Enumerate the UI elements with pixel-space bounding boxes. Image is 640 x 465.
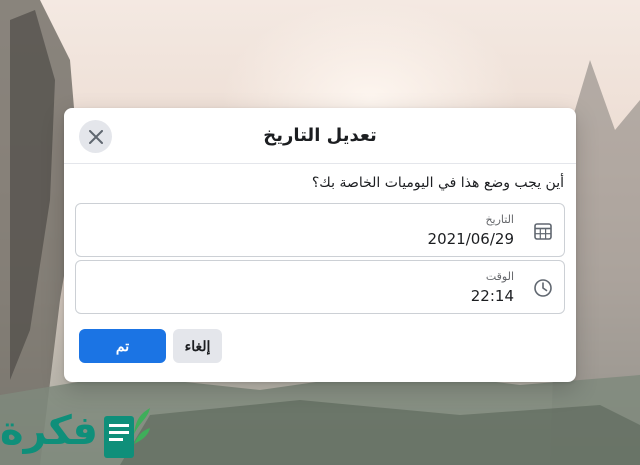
time-field-label: الوقت — [485, 270, 514, 283]
watermark-logo: فكرة — [0, 400, 160, 465]
dialog-title: تعديل التاريخ — [263, 125, 377, 146]
dialog-header: تعديل التاريخ — [64, 108, 576, 164]
clock-icon — [532, 277, 554, 299]
calendar-icon — [532, 220, 554, 242]
time-field[interactable]: الوقت 22:14 — [75, 260, 565, 314]
date-field-label: التاريخ — [485, 213, 514, 226]
cancel-button[interactable]: إلغاء — [173, 329, 222, 363]
date-field-value: 2021/06/29 — [427, 230, 514, 248]
dialog-question: أين يجب وضع هذا في اليوميات الخاصة بك؟ — [311, 175, 564, 191]
edit-date-dialog: تعديل التاريخ أين يجب وضع هذا في اليوميا… — [64, 108, 576, 382]
watermark-text: فكرة — [0, 408, 98, 454]
book-leaf-icon — [104, 408, 150, 458]
close-icon — [88, 129, 103, 144]
date-field[interactable]: التاريخ 2021/06/29 — [75, 203, 565, 257]
close-button[interactable] — [79, 120, 112, 153]
done-button[interactable]: تم — [79, 329, 166, 363]
time-field-value: 22:14 — [470, 287, 514, 305]
